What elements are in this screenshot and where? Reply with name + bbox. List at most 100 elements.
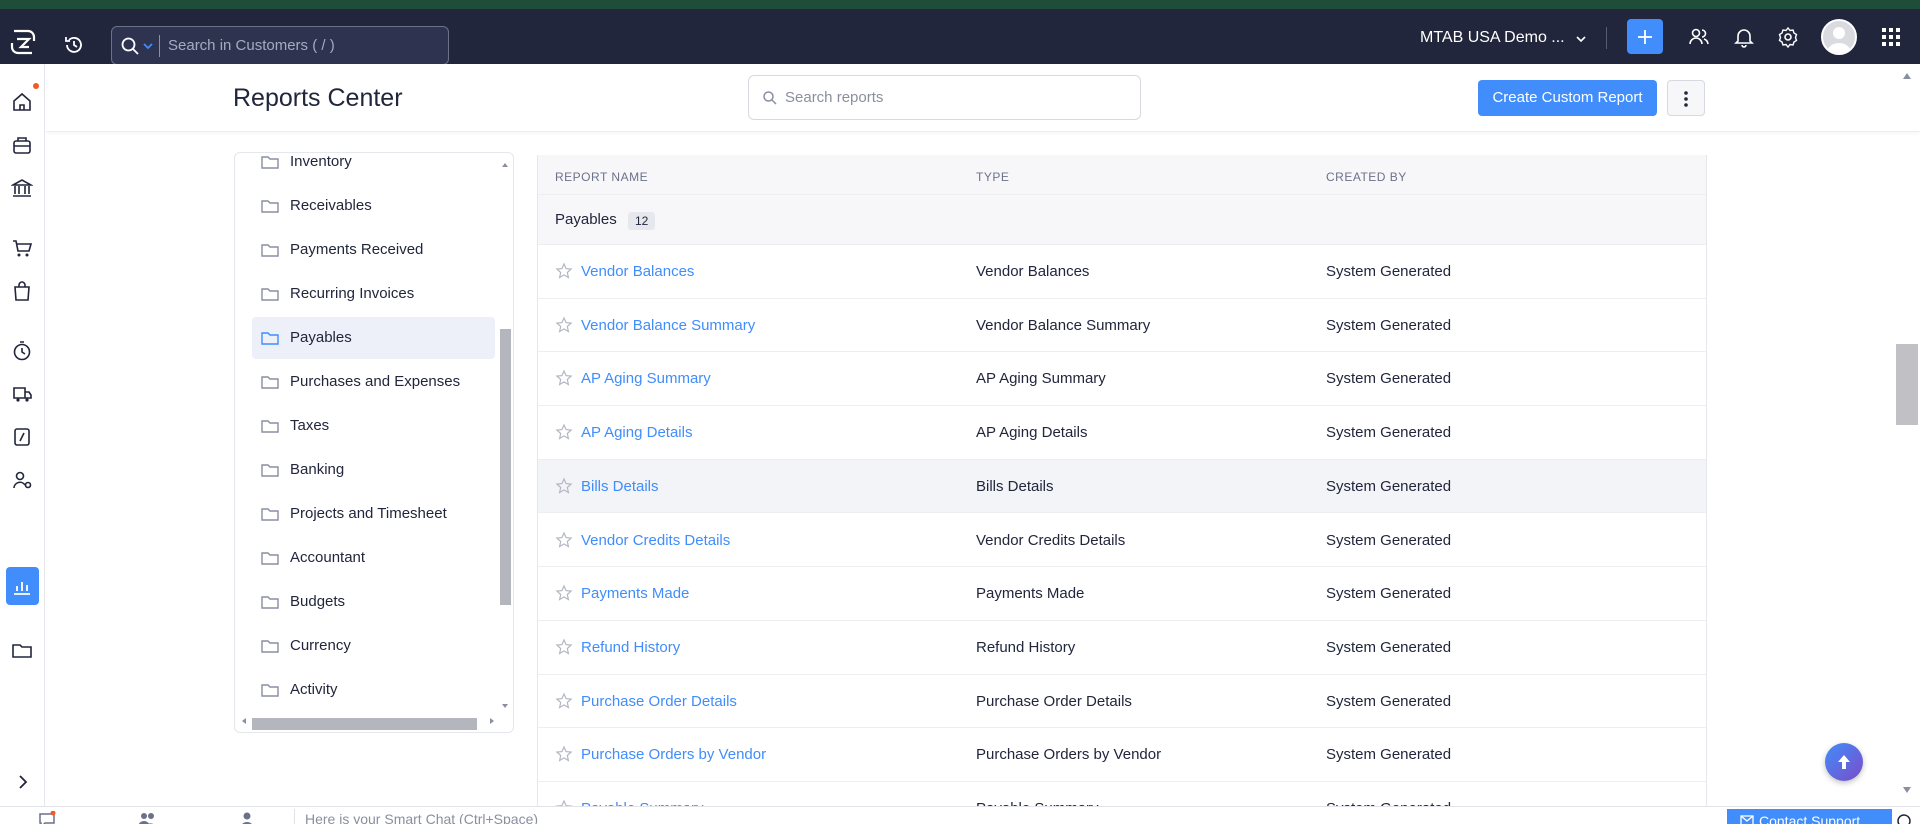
purchases-bag-icon[interactable] [11,280,33,302]
table-row[interactable]: Vendor Balances Vendor Balances System Gen… [538,245,1706,299]
table-row[interactable]: Vendor Balance Summary Vendor Balance Sum… [538,299,1706,353]
notification-dot [33,83,39,89]
report-name-link[interactable]: Vendor Balance Summary [581,317,755,334]
contacts-icon[interactable] [138,811,156,824]
chat-icon[interactable] [1896,813,1912,824]
category-item-recurring-invoices[interactable]: Recurring Invoices [252,273,495,315]
report-name-link[interactable]: Purchase Orders by Vendor [581,746,766,763]
quick-create-button[interactable] [1627,19,1663,54]
time-tracking-icon[interactable] [11,340,33,362]
scroll-right-arrow-icon[interactable] [488,717,496,725]
table-row[interactable]: Refund History Refund History System Gener… [538,621,1706,675]
category-item-inventory[interactable]: Inventory [252,153,495,183]
app-logo-icon[interactable] [8,27,38,57]
report-created-by: System Generated [1326,746,1452,764]
category-label: Activity [290,681,338,698]
scroll-up-arrow-icon[interactable] [501,161,509,169]
home-icon[interactable] [11,91,33,113]
page-scroll-down-arrow-icon[interactable] [1902,786,1912,794]
documents-icon[interactable] [11,426,33,448]
user-icon[interactable] [238,811,256,824]
banking-icon[interactable] [11,177,33,199]
ewaybill-icon[interactable] [11,383,33,405]
table-row[interactable]: AP Aging Summary AP Aging Summary System G… [538,352,1706,407]
table-row[interactable]: Vendor Credits Details Vendor Credits Det… [538,514,1706,568]
apps-grid-icon[interactable] [1881,27,1901,47]
report-search-input[interactable]: Search reports [785,89,883,106]
star-icon[interactable] [555,531,573,549]
items-icon[interactable] [11,134,33,156]
category-item-currency[interactable]: Currency [252,625,495,667]
category-item-purchases-and-expenses[interactable]: Purchases and Expenses [252,361,495,403]
report-search[interactable]: Search reports [748,75,1141,120]
page-scrollbar-thumb[interactable] [1896,344,1918,425]
table-row[interactable]: Payable SummaryPayable SummarySystem Gen… [538,782,1706,806]
create-custom-report-button[interactable]: Create Custom Report [1478,80,1657,116]
star-icon[interactable] [555,799,573,806]
table-row[interactable]: AP Aging Details AP Aging Details System G… [538,406,1706,460]
category-item-activity[interactable]: Activity [252,669,495,711]
category-item-taxes[interactable]: Taxes [252,405,495,447]
report-name-link[interactable]: Payments Made [581,585,689,602]
table-row[interactable]: Purchase Order Details Purchase Order Det… [538,675,1706,729]
organization-switcher[interactable]: MTAB USA Demo ... [1420,29,1565,47]
smart-chat-input[interactable]: Here is your Smart Chat (Ctrl+Space) [305,811,538,824]
report-name-link[interactable]: AP Aging Details [581,424,692,441]
more-options-button[interactable] [1667,80,1705,116]
report-name-link[interactable]: Vendor Credits Details [581,532,730,549]
category-item-payables[interactable]: Payables [252,317,495,359]
expand-icon[interactable] [13,772,33,792]
scroll-to-top-button[interactable] [1825,743,1863,781]
star-icon[interactable] [555,584,573,602]
star-icon[interactable] [555,369,573,387]
scroll-left-arrow-icon[interactable] [240,717,248,725]
category-item-projects-and-timesheet[interactable]: Projects and Timesheet [252,493,495,535]
table-row[interactable]: Purchase Orders by Vendor Purchase Orders… [538,728,1706,782]
star-icon[interactable] [555,477,573,495]
contact-support-button[interactable]: Contact Support [1727,809,1892,824]
category-item-banking[interactable]: Banking [252,449,495,491]
report-name-link[interactable]: Refund History [581,639,680,656]
table-row[interactable]: Bills Details Bills Details System Generat… [538,459,1706,514]
column-header-created-by[interactable]: CREATED BY [1326,170,1407,184]
files-icon[interactable] [11,639,33,661]
star-icon[interactable] [555,423,573,441]
report-name-link[interactable]: Purchase Order Details [581,693,737,710]
chat-bubble-icon[interactable] [38,811,56,824]
report-name-link[interactable]: AP Aging Summary [581,370,711,387]
report-created-by: System Generated [1326,263,1452,280]
gear-icon[interactable] [1777,26,1799,48]
star-icon[interactable] [555,316,573,334]
user-silhouette-icon [1827,27,1851,53]
page-scroll-up-arrow-icon[interactable] [1902,72,1912,80]
global-search[interactable]: Search in Customers ( / ) [111,26,449,65]
avatar[interactable] [1821,19,1857,55]
report-name-link[interactable]: Vendor Balances [581,263,694,280]
category-item-payments-received[interactable]: Payments Received [252,229,495,271]
history-icon[interactable] [63,34,85,56]
scroll-down-arrow-icon[interactable] [501,702,509,710]
category-item-accountant[interactable]: Accountant [252,537,495,579]
global-search-input[interactable]: Search in Customers ( / ) [168,37,335,54]
chevron-down-icon[interactable] [142,40,154,52]
report-name-link[interactable]: Bills Details [581,478,659,495]
star-icon[interactable] [555,638,573,656]
column-header-report-name[interactable]: REPORT NAME [555,170,648,184]
table-row[interactable]: Payments Made Payments Made System Generat… [538,567,1706,621]
chevron-down-icon[interactable] [1575,33,1587,45]
accountant-icon[interactable] [11,469,33,491]
folder-icon [261,684,279,697]
star-icon[interactable] [555,745,573,763]
bell-icon[interactable] [1733,26,1755,48]
category-horizontal-scrollbar-thumb[interactable] [252,718,477,730]
category-label: Payables [290,329,352,346]
reports-chart-icon[interactable] [11,575,33,597]
category-item-budgets[interactable]: Budgets [252,581,495,623]
category-scrollbar-thumb[interactable] [500,329,511,605]
star-icon[interactable] [555,692,573,710]
category-item-receivables[interactable]: Receivables [252,185,495,227]
star-icon[interactable] [555,262,573,280]
users-icon[interactable] [1688,26,1710,48]
column-header-type[interactable]: TYPE [976,170,1009,184]
sales-cart-icon[interactable] [11,237,33,259]
